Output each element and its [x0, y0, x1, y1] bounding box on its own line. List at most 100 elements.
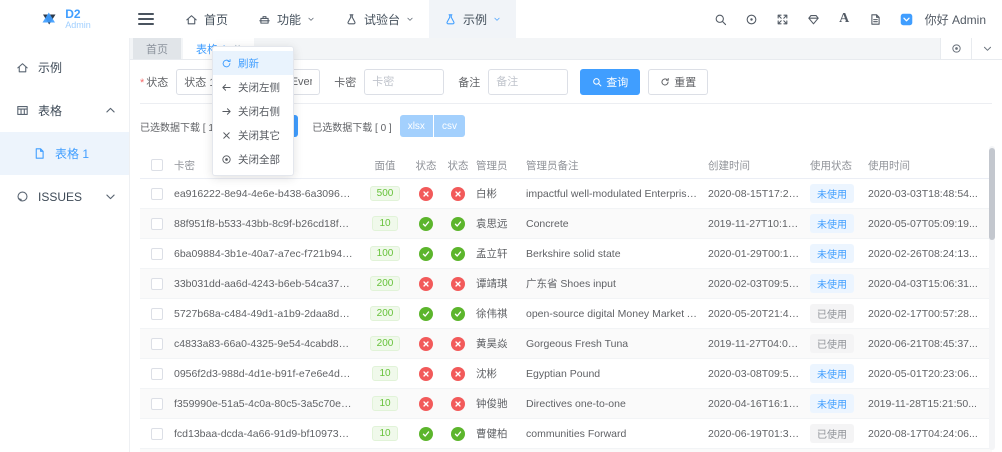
sidebar-item-table-group[interactable]: 表格 — [0, 89, 129, 132]
row-checkbox[interactable] — [151, 187, 163, 200]
status-error-icon — [451, 336, 465, 351]
cell-status-2 — [444, 396, 476, 411]
home-icon — [185, 13, 198, 26]
chevron-down-icon — [104, 190, 117, 203]
row-checkbox[interactable] — [151, 247, 163, 260]
select-all-checkbox[interactable] — [151, 159, 163, 172]
nav-item-home[interactable]: 首页 — [170, 0, 243, 38]
cell-status-1 — [412, 186, 444, 201]
download-group: 已选数据下载 [ 0 ] xlsx csv — [312, 115, 465, 137]
cell-remark: Gorgeous Fresh Tuna — [526, 337, 629, 350]
sidebar-item-demo[interactable]: 示例 — [0, 46, 129, 89]
sidebar-item-issues[interactable]: ISSUES — [0, 175, 129, 218]
circle-dot-icon — [951, 43, 962, 54]
row-checkbox[interactable] — [151, 217, 163, 230]
cell-amount: 200 — [362, 336, 412, 351]
menu-toggle-button[interactable] — [138, 10, 154, 28]
nav-item-demo[interactable]: 示例 — [429, 0, 517, 38]
nav-item-playground[interactable]: 试验台 — [330, 0, 429, 38]
log-button[interactable] — [894, 7, 919, 32]
cell-amount: 100 — [362, 246, 412, 261]
app-logo[interactable]: D2 Admin — [0, 0, 130, 38]
card-label: 卡密 — [334, 77, 357, 89]
cell-created-time: 2020-03-08T09:55:43... — [708, 367, 810, 380]
row-checkbox[interactable] — [151, 307, 163, 320]
remark-input[interactable] — [488, 69, 569, 95]
chevron-up-icon — [104, 104, 117, 117]
language-button[interactable] — [863, 7, 888, 32]
cell-amount: 10 — [362, 396, 412, 411]
context-menu-item-close-right[interactable]: 关闭右侧 — [213, 99, 293, 123]
context-menu-label: 关闭其它 — [238, 129, 280, 142]
scrollbar-thumb[interactable] — [989, 148, 995, 240]
table-icon — [16, 104, 29, 117]
row-checkbox[interactable] — [151, 397, 163, 410]
user-greeting[interactable]: 你好 Admin — [925, 11, 986, 28]
reset-button[interactable]: 重置 — [648, 69, 709, 95]
context-menu-label: 刷新 — [238, 57, 259, 70]
row-checkbox[interactable] — [151, 367, 163, 380]
sidebar-item-label: 表格 — [38, 104, 63, 118]
column-header: 管理员备注 — [526, 159, 579, 172]
status-error-icon — [419, 396, 433, 411]
row-checkbox[interactable] — [151, 337, 163, 350]
status-success-icon — [451, 426, 465, 441]
nav-item-features[interactable]: 功能 — [243, 0, 330, 38]
cell-status-1 — [412, 216, 444, 231]
cell-remark: 广东省 Shoes input — [526, 278, 616, 290]
context-menu-item-refresh[interactable]: 刷新 — [213, 51, 293, 75]
cell-card-key: 88f951f8-b533-43bb-8c9f-b26cd18f0a25 — [174, 217, 362, 230]
focus-button[interactable] — [739, 7, 764, 32]
context-menu-item-close-all[interactable]: 关闭全部 — [213, 147, 293, 171]
amount-badge: 10 — [372, 216, 398, 231]
card-input[interactable] — [364, 69, 445, 95]
cell-amount: 200 — [362, 276, 412, 291]
cell-remark: communities Forward — [526, 427, 627, 440]
context-menu-label: 关闭右侧 — [238, 105, 280, 118]
cell-created-time: 2020-05-20T21:46:45... — [708, 307, 810, 320]
download-csv-button[interactable]: csv — [433, 115, 465, 137]
search-button[interactable]: 查询 — [580, 69, 641, 95]
cell-remark: Berkshire solid state — [526, 247, 621, 260]
use-status-badge: 未使用 — [810, 184, 854, 203]
nav-item-label: 功能 — [277, 12, 302, 27]
context-menu-item-close-others[interactable]: 关闭其它 — [213, 123, 293, 147]
tab-home[interactable]: 首页 — [133, 38, 181, 59]
font-size-button[interactable]: A — [832, 7, 857, 32]
cell-admin: 黄昊焱 — [476, 338, 508, 350]
download-xlsx-button[interactable]: xlsx — [399, 115, 433, 137]
sidebar-item-table-1[interactable]: 表格 1 — [0, 132, 129, 175]
fullscreen-button[interactable] — [770, 7, 795, 32]
close-all-tabs-button[interactable] — [940, 38, 971, 59]
file-icon — [33, 147, 46, 160]
cell-admin: 孟立轩 — [476, 248, 508, 260]
row-checkbox[interactable] — [151, 277, 163, 290]
amount-badge: 10 — [372, 366, 398, 381]
cell-status-2 — [444, 186, 476, 201]
use-status-badge: 已使用 — [810, 304, 854, 323]
theme-button[interactable] — [801, 7, 826, 32]
cell-use-status: 已使用 — [810, 304, 868, 323]
cell-created-time: 2019-11-27T04:07:50... — [708, 337, 810, 350]
chevron-down-icon — [982, 43, 993, 54]
tab-label: 首页 — [146, 43, 168, 56]
search-button[interactable] — [708, 7, 733, 32]
cell-used-time: 2020-02-17T00:57:28... — [868, 307, 978, 320]
row-checkbox[interactable] — [151, 427, 163, 440]
body-row: 示例 表格 表格 1 ISSUES 首页 表格 1 × — [0, 38, 1002, 452]
context-menu-item-close-left[interactable]: 关闭左侧 — [213, 75, 293, 99]
status-success-icon — [419, 306, 433, 321]
language-icon — [869, 13, 882, 26]
cell-created-time: 2020-06-19T01:31:47... — [708, 427, 810, 440]
cell-used-time: 2020-05-01T20:23:06... — [868, 367, 978, 380]
tab-options-button[interactable] — [971, 38, 1002, 59]
font-size-icon: A — [839, 11, 850, 26]
use-status-badge: 已使用 — [810, 424, 854, 443]
close-icon — [221, 130, 232, 141]
cell-status-1 — [412, 276, 444, 291]
cell-status-1 — [412, 396, 444, 411]
status-success-icon — [451, 306, 465, 321]
cell-used-time: 2020-03-03T18:48:54... — [868, 187, 978, 200]
amount-badge: 200 — [369, 306, 401, 321]
cell-status-2 — [444, 306, 476, 321]
